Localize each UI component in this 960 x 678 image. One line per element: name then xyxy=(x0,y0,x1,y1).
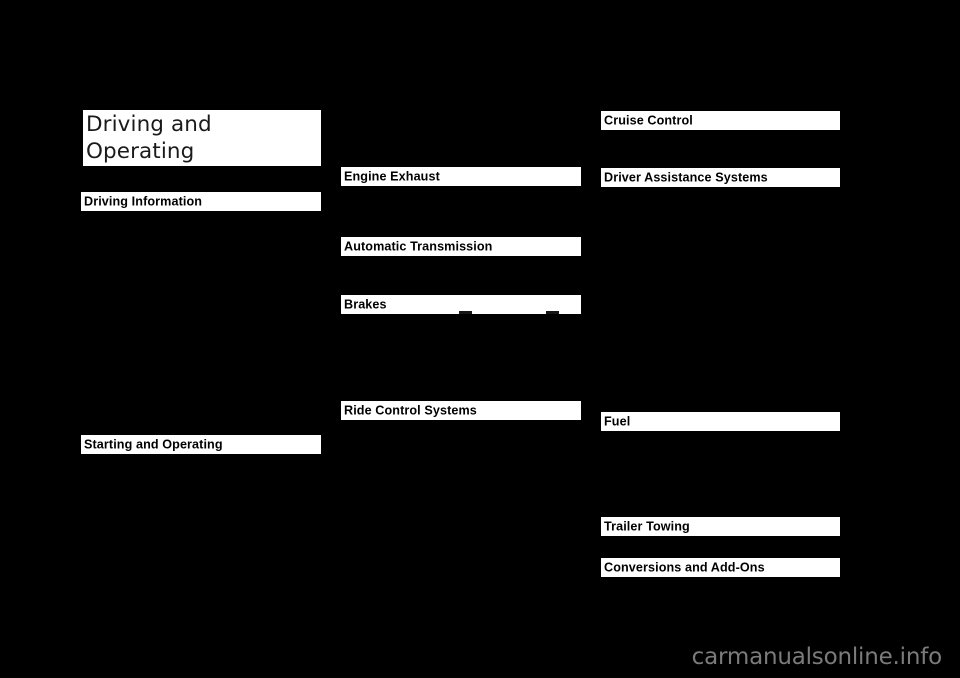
section-bar-cruise-control[interactable]: Cruise Control xyxy=(601,111,840,130)
section-label: Trailer Towing xyxy=(604,519,690,533)
section-label: Engine Exhaust xyxy=(344,169,440,183)
section-label: Cruise Control xyxy=(604,113,693,127)
section-label: Driver Assistance Systems xyxy=(604,170,768,184)
section-bar-engine-exhaust[interactable]: Engine Exhaust xyxy=(341,167,581,186)
section-bar-conversions-and-add-ons[interactable]: Conversions and Add-Ons xyxy=(601,558,840,577)
section-label: Starting and Operating xyxy=(84,437,223,451)
faint-artifact-mark xyxy=(546,311,559,314)
section-bar-driving-information[interactable]: Driving Information xyxy=(81,192,321,211)
section-bar-ride-control-systems[interactable]: Ride Control Systems xyxy=(341,401,581,420)
section-bar-brakes[interactable]: Brakes xyxy=(341,295,581,314)
section-label: Driving Information xyxy=(84,194,203,208)
section-label: Ride Control Systems xyxy=(344,403,477,417)
section-bar-fuel[interactable]: Fuel xyxy=(601,412,840,431)
section-label: Automatic Transmission xyxy=(344,239,493,253)
document-page: Driving and Operating Driving Informatio… xyxy=(0,0,960,678)
section-bar-automatic-transmission[interactable]: Automatic Transmission xyxy=(341,237,581,256)
section-label: Conversions and Add-Ons xyxy=(604,560,765,574)
section-bar-driver-assistance-systems[interactable]: Driver Assistance Systems xyxy=(601,168,840,187)
chapter-title-line-1: Driving and xyxy=(86,112,212,137)
section-label: Fuel xyxy=(604,414,631,428)
chapter-title: Driving and Operating xyxy=(83,110,321,166)
watermark: carmanualsonline.info xyxy=(691,644,943,670)
section-bar-trailer-towing[interactable]: Trailer Towing xyxy=(601,517,840,536)
chapter-title-line-2: Operating xyxy=(86,139,195,164)
section-bar-starting-and-operating[interactable]: Starting and Operating xyxy=(81,435,321,454)
section-label: Brakes xyxy=(344,297,387,311)
faint-artifact-mark xyxy=(459,311,472,314)
